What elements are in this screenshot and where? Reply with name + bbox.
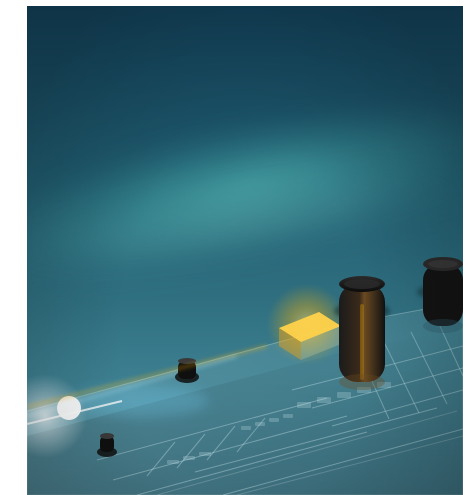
control-panel-illustration xyxy=(27,257,463,495)
photo-frame xyxy=(27,6,463,495)
amber-lit-button xyxy=(267,284,347,364)
black-knob-center xyxy=(334,276,390,390)
